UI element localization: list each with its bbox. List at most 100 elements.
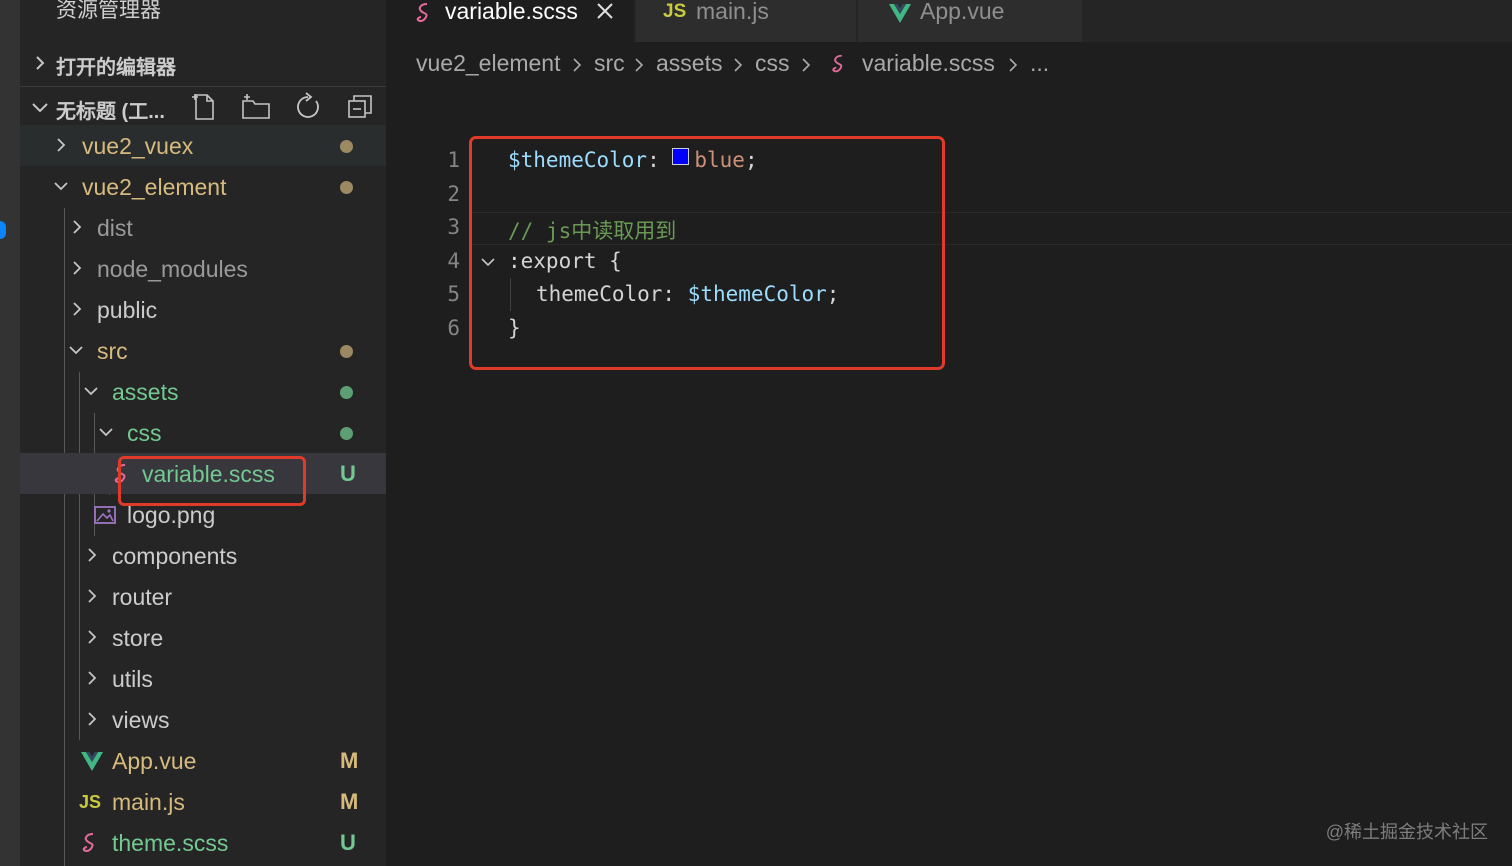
breadcrumb-item[interactable]: vue2_element [416, 50, 561, 77]
tree-label: store [112, 625, 164, 651]
tree-label: assets [112, 379, 179, 405]
open-editors-section[interactable]: 打开的编辑器 [20, 43, 386, 83]
new-folder-icon[interactable] [240, 91, 272, 123]
js-icon: JS [79, 792, 102, 812]
tab-main-js[interactable]: JS main.js [636, 0, 856, 42]
git-status-badge: U [340, 461, 356, 486]
tree-folder-vue2-element[interactable]: vue2_element [20, 166, 386, 207]
annotation-box-code [469, 136, 945, 370]
tree-folder-src[interactable]: src [20, 330, 386, 371]
vue-icon [81, 752, 103, 771]
tree-folder-assets[interactable]: assets [20, 371, 386, 412]
chevron-right-icon [734, 58, 743, 72]
breadcrumb-item[interactable]: assets [656, 50, 722, 77]
chevron-right-icon [73, 220, 82, 234]
chevron-down-icon [99, 428, 113, 437]
activity-bar [0, 0, 20, 866]
tree-folder-public[interactable]: public [20, 289, 386, 330]
line-number: 1 [447, 148, 460, 172]
chevron-right-icon [88, 671, 97, 685]
chevron-down-icon [84, 387, 98, 396]
tab-variable-scss[interactable]: variable.scss [386, 0, 634, 42]
tab-label: main.js [696, 0, 769, 24]
collapse-all-icon[interactable] [344, 91, 376, 123]
line-number: 4 [447, 249, 460, 273]
tree-file-app-vue[interactable]: App.vue M [20, 740, 386, 781]
git-status-badge: M [340, 789, 359, 814]
explorer-title: 资源管理器 [56, 0, 161, 22]
tab-label: App.vue [920, 0, 1005, 24]
git-status-badge: M [340, 748, 359, 773]
chevron-right-icon [88, 589, 97, 603]
chevron-right-icon [73, 302, 82, 316]
new-file-icon[interactable] [188, 91, 220, 123]
js-icon: JS [663, 1, 687, 22]
line-number: 6 [447, 316, 460, 340]
workspace-label: 无标题 (工... [56, 101, 165, 123]
sass-icon [832, 54, 843, 73]
tree-label: theme.scss [112, 830, 229, 856]
tree-folder-vue2-vuex[interactable]: vue2_vuex [20, 125, 386, 166]
tree-label: css [127, 420, 162, 446]
tree-folder-dist[interactable]: dist [20, 207, 386, 248]
untracked-dot [340, 427, 353, 440]
tree-folder-components[interactable]: components [20, 535, 386, 576]
tree-file-theme-scss[interactable]: theme.scss U [20, 822, 386, 863]
chevron-right-icon [36, 56, 45, 70]
vue-icon [889, 4, 911, 23]
breadcrumb-item[interactable]: css [755, 50, 790, 77]
tree-folder-utils[interactable]: utils [20, 658, 386, 699]
breadcrumb-item[interactable]: ... [1030, 50, 1049, 77]
tree-label: main.js [112, 789, 185, 815]
tree-folder-css[interactable]: css [20, 412, 386, 453]
chevron-right-icon [802, 58, 811, 72]
sass-icon [416, 3, 428, 22]
line-number: 3 [447, 215, 460, 239]
breadcrumb-item[interactable]: src [594, 50, 625, 77]
chevron-down-icon [54, 182, 68, 191]
tree-label: router [112, 584, 173, 610]
modified-dot [340, 140, 353, 153]
close-icon[interactable] [594, 0, 616, 22]
tree-label: components [112, 543, 238, 569]
tree-folder-node-modules[interactable]: node_modules [20, 248, 386, 289]
chevron-right-icon [88, 548, 97, 562]
tree-folder-router[interactable]: router [20, 576, 386, 617]
tree-label: App.vue [112, 748, 197, 774]
git-status-badge: U [340, 830, 356, 855]
chevron-right-icon [57, 138, 66, 152]
refresh-icon[interactable] [292, 91, 324, 123]
chevron-down-icon [32, 103, 48, 113]
tree-file-main-js[interactable]: JS main.js M [20, 781, 386, 822]
tree-folder-views[interactable]: views [20, 699, 386, 740]
editor-tabs: variable.scss JS main.js App.vue [386, 0, 1512, 42]
explorer-sidebar: 资源管理器 打开的编辑器 无标题 (工... vue2_vuex vue2_el… [20, 0, 386, 866]
tab-app-vue[interactable]: App.vue [858, 0, 1082, 42]
chevron-right-icon [573, 58, 582, 72]
tree-label: logo.png [127, 502, 216, 528]
breadcrumb-item[interactable]: variable.scss [862, 50, 995, 77]
chevron-right-icon [1009, 58, 1018, 72]
tree-folder-store[interactable]: store [20, 617, 386, 658]
modified-dot [340, 181, 353, 194]
chevron-down-icon [69, 346, 83, 355]
tree-label: dist [97, 215, 133, 241]
tree-label: vue2_element [82, 174, 227, 200]
chevron-right-icon [88, 630, 97, 644]
tree-label: views [112, 707, 170, 733]
untracked-dot [340, 386, 353, 399]
line-number: 5 [447, 282, 460, 306]
tree-label: utils [112, 666, 153, 692]
workspace-section[interactable]: 无标题 (工... [20, 86, 386, 127]
line-number: 2 [447, 182, 460, 206]
tab-label: variable.scss [445, 0, 578, 24]
tree-label: node_modules [97, 256, 248, 282]
image-icon [94, 506, 116, 524]
tree-label: src [97, 338, 128, 364]
annotation-box-file [118, 456, 306, 506]
chevron-right-icon [635, 58, 644, 72]
modified-dot [340, 345, 353, 358]
chevron-right-icon [73, 261, 82, 275]
activity-indicator [0, 221, 6, 239]
open-editors-label: 打开的编辑器 [56, 57, 176, 79]
